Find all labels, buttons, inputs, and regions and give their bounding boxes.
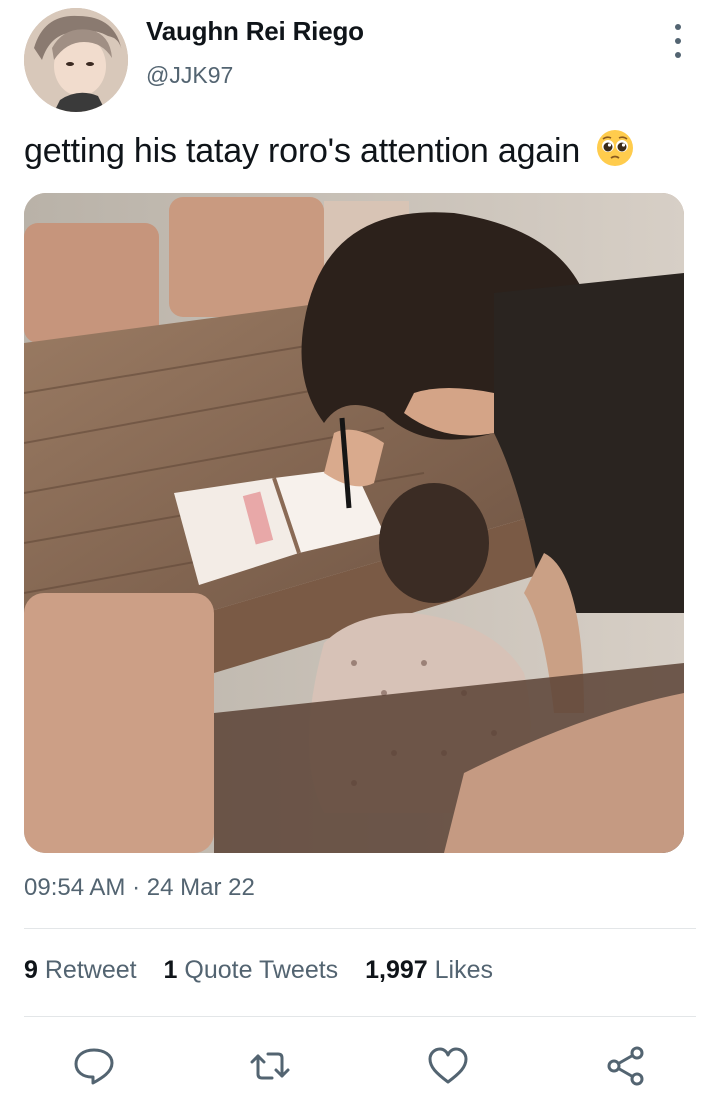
tweet-timestamp[interactable]: 09:54 AM · 24 Mar 22: [24, 874, 255, 902]
engagement-stats: 9 Retweet 1 Quote Tweets 1,997 Likes: [24, 956, 513, 985]
like-icon: [428, 1047, 468, 1084]
retweets-count: 9: [24, 956, 38, 984]
likes-count: 1,997: [365, 956, 428, 984]
more-dot: [675, 52, 681, 58]
share-button[interactable]: [604, 1044, 648, 1088]
likes-stat[interactable]: 1,997 Likes: [365, 956, 493, 984]
more-dot: [675, 24, 681, 30]
tweet-text: getting his tatay roro's attention again: [24, 128, 635, 171]
quote-tweets-count: 1: [163, 956, 178, 984]
retweet-icon: [250, 1052, 290, 1080]
likes-label: Likes: [434, 956, 494, 984]
retweet-button[interactable]: [248, 1044, 292, 1088]
share-icon: [607, 1046, 644, 1086]
photo-illustration: [24, 193, 684, 853]
timestamp-separator: ·: [132, 874, 141, 901]
tweet-time: 09:54 AM: [24, 874, 126, 901]
tweet-photo[interactable]: [24, 193, 684, 853]
reply-button[interactable]: [72, 1044, 116, 1088]
like-button[interactable]: [426, 1044, 470, 1088]
pleading-face-emoji-icon: [597, 130, 634, 166]
quote-tweets-stat[interactable]: 1 Quote Tweets: [164, 956, 346, 984]
more-dot: [675, 38, 681, 44]
tweet-text-content: getting his tatay roro's attention again: [24, 132, 581, 170]
reply-icon: [74, 1048, 114, 1085]
author-display-name[interactable]: Vaughn Rei Riego: [146, 16, 364, 47]
retweets-stat[interactable]: 9 Retweet: [24, 956, 144, 984]
profile-photo-icon: [24, 8, 128, 112]
avatar[interactable]: [24, 8, 128, 112]
quote-tweets-label: Quote Tweets: [184, 956, 339, 984]
tweet-date: 24 Mar 22: [146, 874, 255, 901]
divider: [24, 928, 696, 929]
divider: [24, 1016, 696, 1017]
more-options-icon[interactable]: [668, 24, 688, 58]
author-handle[interactable]: @JJK97: [146, 62, 233, 89]
retweets-label: Retweet: [44, 956, 137, 984]
